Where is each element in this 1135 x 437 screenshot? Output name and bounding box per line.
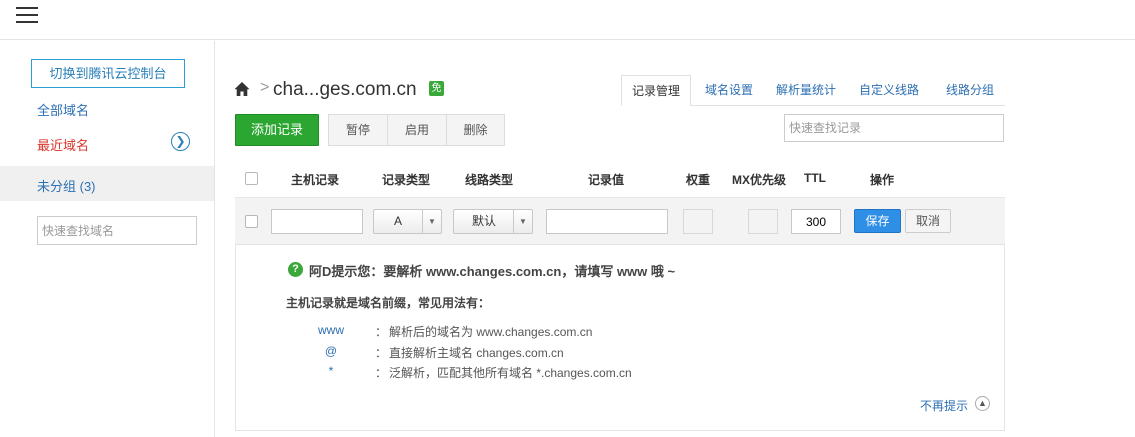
cancel-button[interactable]: 取消 bbox=[905, 209, 951, 233]
pause-button[interactable]: 暂停 bbox=[329, 115, 388, 145]
record-type-select[interactable]: A ▼ bbox=[373, 209, 442, 234]
line-type-value: 默认 bbox=[471, 214, 496, 228]
sidebar: 切换到腾讯云控制台 全部域名 最近域名 ❯ 未分组 (3) bbox=[0, 41, 215, 437]
example-desc-wildcard: 泛解析，匹配其他所有域名 *.changes.com.cn bbox=[389, 366, 632, 380]
mx-priority-input bbox=[748, 209, 778, 234]
column-line: 线路类型 bbox=[465, 173, 514, 187]
row-checkbox[interactable] bbox=[245, 215, 258, 228]
enable-button[interactable]: 启用 bbox=[388, 115, 447, 145]
chevron-down-icon: ▼ bbox=[513, 210, 532, 233]
column-weight: 权重 bbox=[686, 173, 711, 187]
column-actions: 操作 bbox=[870, 173, 895, 187]
home-icon[interactable] bbox=[234, 81, 250, 97]
save-button[interactable]: 保存 bbox=[854, 209, 901, 233]
line-type-select[interactable]: 默认 ▼ bbox=[453, 209, 533, 234]
tab-divider bbox=[690, 105, 1005, 106]
tab-domain-settings[interactable]: 域名设置 bbox=[696, 75, 762, 106]
column-type: 记录类型 bbox=[382, 173, 431, 187]
add-record-button[interactable]: 添加记录 bbox=[235, 114, 319, 146]
example-key-wildcard: * bbox=[328, 364, 334, 378]
record-search-input[interactable] bbox=[784, 114, 1004, 142]
chevron-down-icon: ▼ bbox=[422, 210, 441, 233]
page-title: cha...ges.com.cn bbox=[273, 79, 417, 100]
select-all-checkbox[interactable] bbox=[245, 172, 258, 185]
sidebar-item-ungrouped[interactable]: 未分组 (3) bbox=[0, 166, 214, 201]
top-bar bbox=[0, 0, 1135, 40]
host-record-input[interactable] bbox=[271, 209, 363, 234]
example-colon: ： bbox=[375, 346, 388, 360]
dont-show-again-link[interactable]: 不再提示 bbox=[920, 397, 968, 414]
example-key-www: www bbox=[318, 323, 344, 337]
tab-custom-lines[interactable]: 自定义线路 bbox=[854, 75, 924, 106]
record-type-value: A bbox=[393, 214, 402, 228]
domain-search-input[interactable] bbox=[37, 216, 197, 245]
sidebar-item-recent-domains[interactable]: 最近域名 bbox=[37, 135, 89, 154]
free-badge: 免 bbox=[429, 81, 444, 96]
help-icon: ? bbox=[288, 262, 303, 277]
table-header: 主机记录 记录类型 线路类型 记录值 权重 MX优先级 TTL 操作 bbox=[235, 160, 1005, 198]
tip-title: 阿D提示您：要解析 www.changes.com.cn，请填写 www 哦 ~ bbox=[309, 264, 676, 279]
ttl-input[interactable] bbox=[791, 209, 841, 234]
menu-icon[interactable] bbox=[16, 7, 38, 25]
record-value-input[interactable] bbox=[546, 209, 668, 234]
sidebar-item-all-domains[interactable]: 全部域名 bbox=[37, 100, 89, 119]
switch-console-button[interactable]: 切换到腾讯云控制台 bbox=[31, 59, 185, 88]
sidebar-item-ungrouped-label[interactable]: 未分组 (3) bbox=[37, 176, 96, 195]
column-value: 记录值 bbox=[588, 173, 625, 187]
example-key-at: @ bbox=[324, 344, 338, 358]
column-mx: MX优先级 bbox=[732, 173, 787, 187]
tab-line-groups[interactable]: 线路分组 bbox=[937, 75, 1003, 106]
column-ttl: TTL bbox=[804, 171, 826, 185]
tab-query-stats[interactable]: 解析量统计 bbox=[771, 75, 841, 106]
tip-subtitle: 主机记录就是域名前缀，常见用法有： bbox=[286, 296, 491, 310]
delete-button[interactable]: 删除 bbox=[447, 115, 504, 145]
example-colon: ： bbox=[375, 366, 388, 380]
weight-input bbox=[683, 209, 713, 234]
record-action-group: 暂停 启用 删除 bbox=[328, 114, 505, 146]
tab-record-management[interactable]: 记录管理 bbox=[621, 75, 691, 106]
example-desc-www: 解析后的域名为 www.changes.com.cn bbox=[389, 325, 593, 339]
chevron-right-icon[interactable]: ❯ bbox=[171, 132, 190, 151]
example-desc-at: 直接解析主域名 changes.com.cn bbox=[389, 346, 564, 360]
breadcrumb-separator-icon: > bbox=[260, 79, 270, 96]
chevron-up-icon[interactable]: ▲ bbox=[975, 396, 990, 411]
example-colon: ： bbox=[375, 325, 388, 339]
column-host: 主机记录 bbox=[291, 173, 340, 187]
